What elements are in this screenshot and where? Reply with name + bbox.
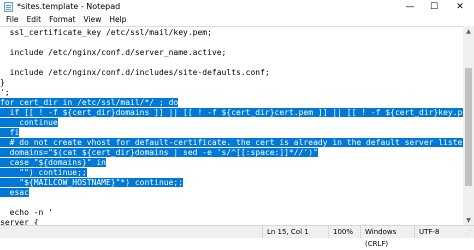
scroll-down-icon[interactable]: ▼	[463, 215, 474, 225]
code-line: for cert_dir in /etc/ssl/mail/*/ ; do	[0, 98, 463, 108]
code-line: if [[ ! -f ${cert_dir}domains ]] || [[ !…	[0, 108, 463, 118]
close-button[interactable]: ✕	[448, 0, 472, 14]
selected-text: esac	[0, 188, 29, 197]
line-text: ssl_certificate_key /etc/ssl/mail/key.pe…	[0, 28, 212, 37]
minimize-button[interactable]: —	[398, 0, 422, 14]
line-ending: Windows (CRLF)	[360, 226, 419, 248]
code-line: esac	[0, 188, 463, 198]
line-text: include /etc/nginx/conf.d/includes/site-…	[0, 68, 270, 77]
line-text: }	[0, 78, 5, 87]
code-line: fi	[0, 128, 463, 138]
selected-text: if [[ ! -f ${cert_dir}domains ]] || [[ !…	[0, 108, 463, 117]
scrollbar-thumb[interactable]	[465, 68, 472, 186]
resize-grip-icon[interactable]: ⋰	[463, 228, 473, 237]
menu-edit[interactable]: Edit	[23, 14, 46, 26]
code-line: echo -n '	[0, 208, 463, 218]
selected-text: for cert_dir in /etc/ssl/mail/*/ ; do	[0, 98, 179, 107]
menu-format[interactable]: Format	[45, 14, 79, 26]
window-title: *sites.template - Notepad	[17, 2, 121, 11]
code-line: }	[0, 78, 463, 88]
vertical-scrollbar[interactable]: ▲ ▼	[463, 26, 474, 225]
cursor-position: Ln 15, Col 1	[262, 226, 333, 238]
code-line: include /etc/nginx/conf.d/server_name.ac…	[0, 48, 463, 58]
encoding: UTF-8	[414, 226, 463, 238]
scroll-up-icon[interactable]: ▲	[463, 26, 474, 36]
code-line: # do not create vhost for default-certif…	[0, 138, 463, 148]
selected-text: "${MAILCOW_HOSTNAME}"*) continue;;	[0, 178, 184, 187]
code-line: "${MAILCOW_HOSTNAME}"*) continue;;	[0, 178, 463, 188]
selected-text: "") continue;;	[0, 168, 87, 177]
code-line: "") continue;;	[0, 168, 463, 178]
line-text: ';	[0, 88, 10, 97]
menu-file[interactable]: File	[0, 14, 23, 26]
text-editor[interactable]: ssl_certificate_key /etc/ssl/mail/key.pe…	[0, 26, 463, 226]
menu-help[interactable]: Help	[105, 14, 130, 26]
selected-text: # do not create vhost for default-certif…	[0, 138, 463, 147]
code-line: ssl_certificate_key /etc/ssl/mail/key.pe…	[0, 28, 463, 38]
code-line: ';	[0, 88, 463, 98]
title-bar: *sites.template - Notepad — ☐ ✕	[0, 0, 474, 14]
maximize-button[interactable]: ☐	[422, 0, 446, 14]
selected-text: continue	[0, 118, 58, 127]
code-line: case "${domains}" in	[0, 158, 463, 168]
code-line: include /etc/nginx/conf.d/includes/site-…	[0, 68, 463, 78]
code-line: continue	[0, 118, 463, 128]
status-bar: Ln 15, Col 1 100% Windows (CRLF) UTF-8	[0, 225, 474, 248]
line-text: echo -n '	[0, 208, 53, 217]
selected-text: fi	[0, 128, 20, 137]
menu-bar: File Edit Format View Help	[0, 14, 474, 26]
menu-view[interactable]: View	[80, 14, 106, 26]
notepad-icon	[4, 2, 13, 12]
line-text: include /etc/nginx/conf.d/server_name.ac…	[0, 48, 227, 57]
code-line: domains="$(cat ${cert_dir}domains | sed …	[0, 148, 463, 158]
selected-text: case "${domains}" in	[0, 158, 106, 167]
selected-text: domains="$(cat ${cert_dir}domains | sed …	[0, 148, 318, 157]
